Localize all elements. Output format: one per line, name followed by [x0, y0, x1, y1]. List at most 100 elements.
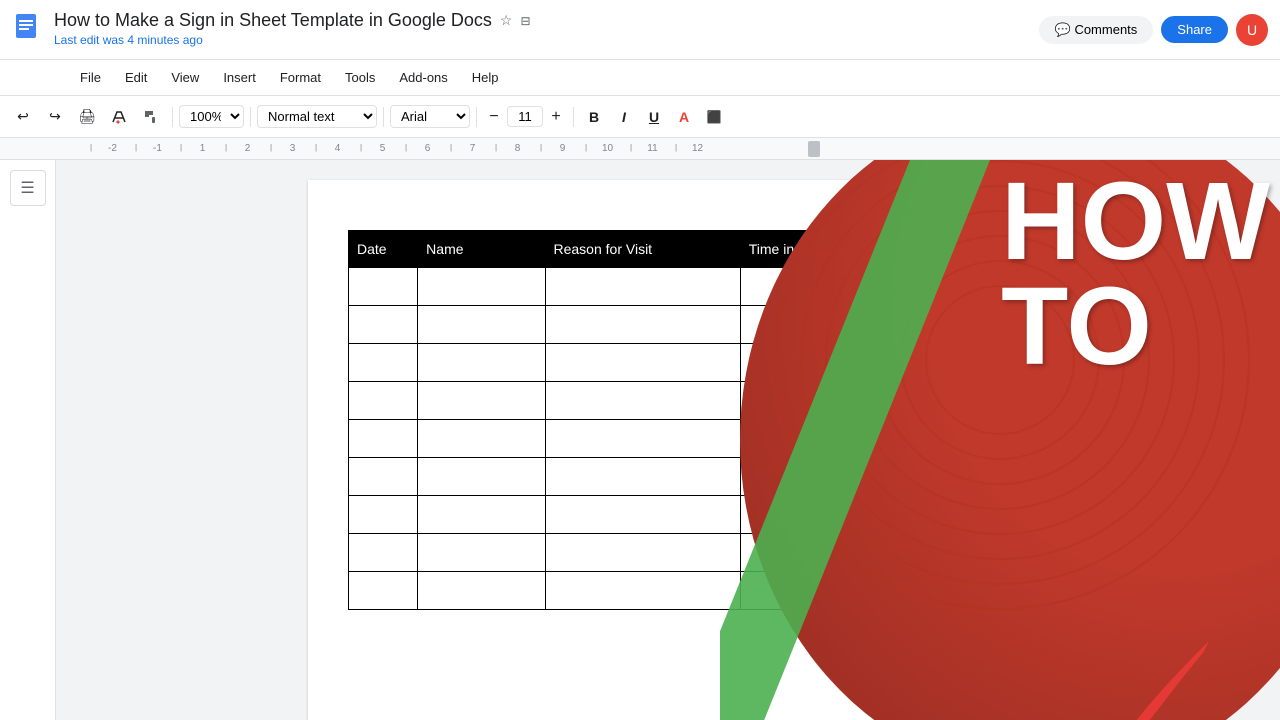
- sidebar: ☰: [0, 160, 56, 720]
- table-cell[interactable]: [740, 458, 809, 496]
- table-cell[interactable]: [349, 420, 418, 458]
- redo-button[interactable]: ↪: [40, 102, 70, 132]
- menu-addons[interactable]: Add-ons: [389, 66, 457, 89]
- table-cell[interactable]: [740, 344, 809, 382]
- table-cell[interactable]: [418, 268, 545, 306]
- comments-button[interactable]: 💬 Comments: [1039, 16, 1154, 44]
- table-cell[interactable]: [740, 420, 809, 458]
- sidebar-list-button[interactable]: ☰: [10, 170, 46, 206]
- menu-edit[interactable]: Edit: [115, 66, 157, 89]
- underline-button[interactable]: U: [640, 103, 668, 131]
- document-page: Date Name Reason for Visit Time in Time …: [308, 180, 1028, 720]
- highlight-button[interactable]: ⬛: [700, 103, 728, 131]
- font-increase-button[interactable]: +: [545, 106, 567, 128]
- table-cell[interactable]: [545, 420, 740, 458]
- table-cell[interactable]: [545, 572, 740, 610]
- table-cell[interactable]: [418, 572, 545, 610]
- main-content: ☰ Date Name Reason for Visit Time in Tim…: [0, 160, 1280, 720]
- share-button[interactable]: Share: [1161, 16, 1228, 43]
- menu-insert[interactable]: Insert: [213, 66, 266, 89]
- table-cell[interactable]: [809, 534, 888, 572]
- table-cell[interactable]: [809, 458, 888, 496]
- ruler-mark: 5: [360, 143, 405, 154]
- table-cell[interactable]: [418, 382, 545, 420]
- doc-title[interactable]: How to Make a Sign in Sheet Template in …: [54, 10, 492, 31]
- avatar[interactable]: U: [1236, 14, 1268, 46]
- menu-format[interactable]: Format: [270, 66, 331, 89]
- table-cell[interactable]: [888, 382, 987, 420]
- table-cell[interactable]: [888, 534, 987, 572]
- table-cell[interactable]: [418, 344, 545, 382]
- font-size-input[interactable]: [507, 106, 543, 127]
- divider-4: [476, 107, 477, 127]
- header-date: Date: [349, 231, 418, 268]
- ruler-mark: 2: [225, 143, 270, 154]
- table-cell[interactable]: [418, 534, 545, 572]
- bold-button[interactable]: B: [580, 103, 608, 131]
- header-timeout: Time out: [809, 231, 888, 268]
- spellcheck-button[interactable]: [104, 102, 134, 132]
- table-cell[interactable]: [349, 496, 418, 534]
- table-cell[interactable]: [888, 420, 987, 458]
- star-icon[interactable]: ☆: [500, 12, 513, 29]
- table-cell[interactable]: [809, 420, 888, 458]
- table-cell[interactable]: [888, 458, 987, 496]
- table-cell[interactable]: [349, 572, 418, 610]
- table-cell[interactable]: [545, 496, 740, 534]
- color-button[interactable]: A: [670, 103, 698, 131]
- table-cell[interactable]: [349, 534, 418, 572]
- menu-file[interactable]: File: [70, 66, 111, 89]
- undo-button[interactable]: ↩: [8, 102, 38, 132]
- table-cell[interactable]: [740, 572, 809, 610]
- style-select[interactable]: Normal text Heading 1 Heading 2 Title: [257, 105, 377, 128]
- table-cell[interactable]: [809, 496, 888, 534]
- bookmark-icon[interactable]: ⊟: [520, 14, 530, 28]
- italic-button[interactable]: I: [610, 103, 638, 131]
- table-cell[interactable]: [349, 306, 418, 344]
- table-cell[interactable]: [545, 458, 740, 496]
- table-cell[interactable]: [349, 382, 418, 420]
- table-cell[interactable]: [349, 268, 418, 306]
- table-cell[interactable]: [545, 534, 740, 572]
- table-cell[interactable]: [809, 572, 888, 610]
- menu-tools[interactable]: Tools: [335, 66, 385, 89]
- table-cell[interactable]: [349, 344, 418, 382]
- table-cell[interactable]: [740, 496, 809, 534]
- table-cell[interactable]: [888, 496, 987, 534]
- font-decrease-button[interactable]: −: [483, 106, 505, 128]
- table-cell[interactable]: [418, 420, 545, 458]
- table-cell[interactable]: [809, 306, 888, 344]
- table-cell[interactable]: [418, 458, 545, 496]
- table-cell[interactable]: [809, 344, 888, 382]
- header-reason: Reason for Visit: [545, 231, 740, 268]
- ruler-mark: 10: [585, 143, 630, 154]
- table-cell[interactable]: [740, 306, 809, 344]
- table-cell[interactable]: [349, 458, 418, 496]
- last-edit-link[interactable]: Last edit was 4 minutes ago: [54, 33, 203, 47]
- table-cell[interactable]: [545, 268, 740, 306]
- table-cell[interactable]: [809, 382, 888, 420]
- table-cell[interactable]: [740, 534, 809, 572]
- table-cell[interactable]: [888, 306, 987, 344]
- font-select[interactable]: Arial Times New Roman Verdana: [390, 105, 470, 128]
- table-cell[interactable]: [740, 268, 809, 306]
- print-button[interactable]: 🖨: [72, 102, 102, 132]
- table-cell[interactable]: [418, 496, 545, 534]
- toolbar: ↩ ↪ 🖨 100% 75% 125% 150% Normal text Hea…: [0, 96, 1280, 138]
- table-cell[interactable]: [418, 306, 545, 344]
- menu-help[interactable]: Help: [462, 66, 509, 89]
- table-cell[interactable]: [888, 344, 987, 382]
- table-cell[interactable]: [809, 268, 888, 306]
- table-cell[interactable]: [545, 306, 740, 344]
- divider-1: [172, 107, 173, 127]
- paint-format-button[interactable]: [136, 102, 166, 132]
- table-cell[interactable]: [740, 382, 809, 420]
- title-area: How to Make a Sign in Sheet Template in …: [54, 10, 1029, 49]
- table-cell[interactable]: [888, 572, 987, 610]
- zoom-select[interactable]: 100% 75% 125% 150%: [179, 105, 244, 128]
- menu-view[interactable]: View: [161, 66, 209, 89]
- table-cell[interactable]: [545, 344, 740, 382]
- table-cell[interactable]: [545, 382, 740, 420]
- table-cell[interactable]: [888, 268, 987, 306]
- table-row: [349, 382, 988, 420]
